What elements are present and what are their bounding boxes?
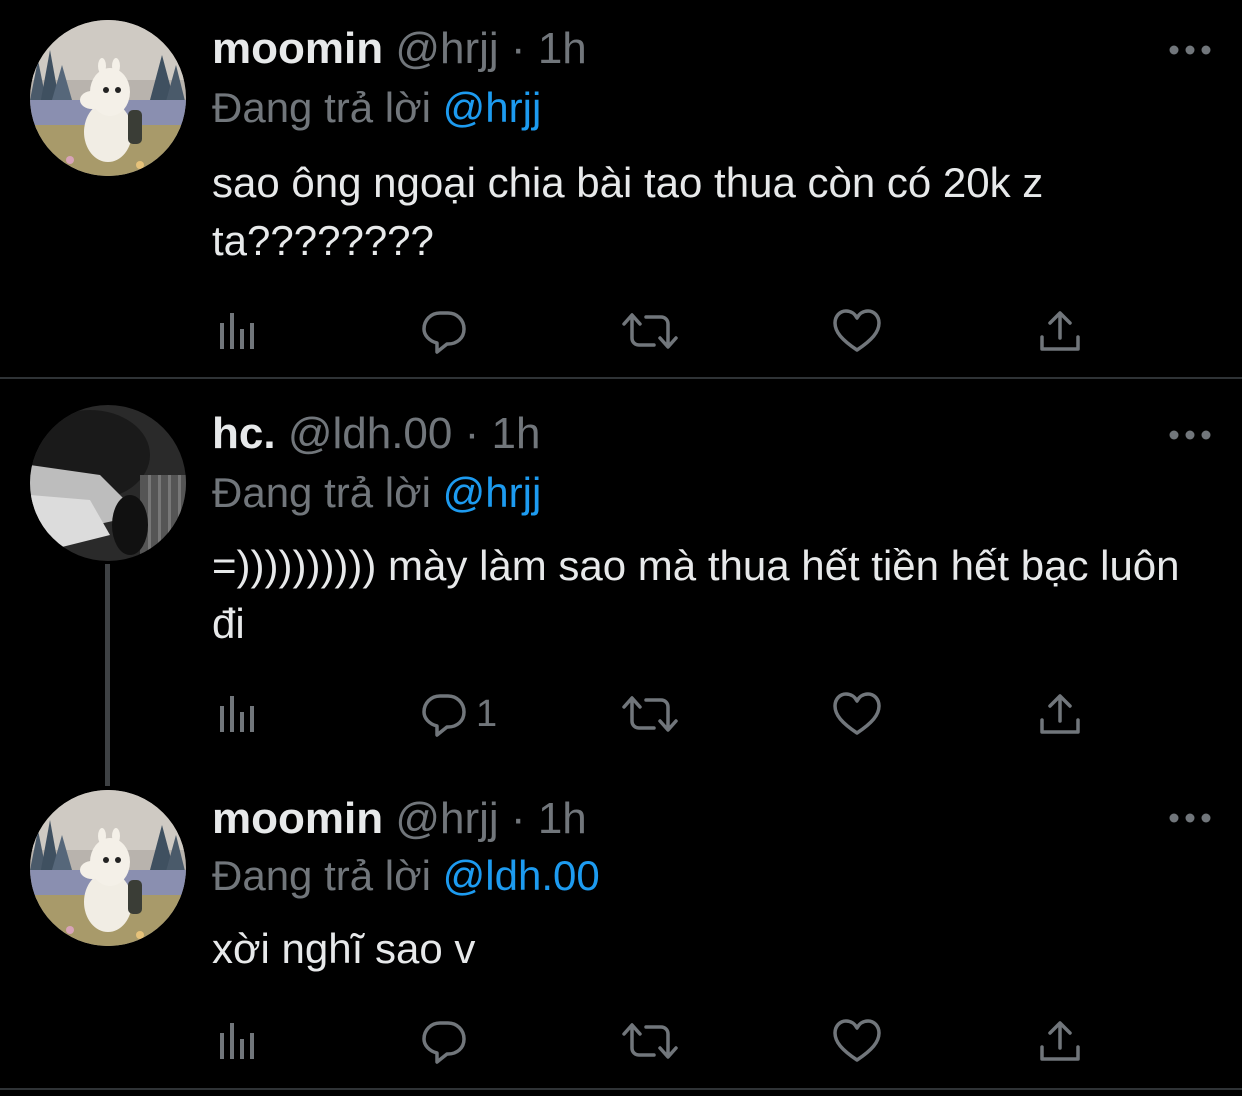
replying-mention-link[interactable]: @ldh.00 <box>443 852 600 899</box>
reply-count: 1 <box>476 693 498 735</box>
tweet-actions <box>212 306 1112 356</box>
dark-photo-avatar-icon <box>30 405 186 561</box>
retweet-button[interactable] <box>622 689 678 739</box>
like-icon <box>832 691 882 737</box>
timestamp[interactable]: 1h <box>538 794 587 843</box>
replying-prefix: Đang trả lời <box>212 469 431 516</box>
tweet-text: xời nghĩ sao v <box>212 925 476 972</box>
share-button[interactable] <box>1038 306 1082 356</box>
like-icon <box>832 308 882 354</box>
more-options-button[interactable] <box>1168 44 1212 56</box>
retweet-button[interactable] <box>622 1016 678 1066</box>
share-button[interactable] <box>1038 689 1082 739</box>
tweet-text: =)))))))))) mày làm sao mà thua hết tiền… <box>212 542 1192 647</box>
reply-icon <box>420 690 468 738</box>
like-button[interactable] <box>832 689 882 739</box>
analytics-button[interactable] <box>216 689 260 739</box>
analytics-icon <box>216 309 260 353</box>
retweet-icon <box>622 1017 678 1065</box>
display-name[interactable]: hc. <box>212 409 276 458</box>
tweet-actions <box>212 1016 1112 1066</box>
replying-to: Đang trả lời @hrjj <box>212 465 541 521</box>
display-name[interactable]: moomin <box>212 794 383 843</box>
like-icon <box>832 1018 882 1064</box>
reply-icon <box>420 1017 468 1065</box>
user-handle[interactable]: @hrjj <box>395 794 498 843</box>
replying-mention-link[interactable]: @hrjj <box>443 84 542 131</box>
retweet-icon <box>622 690 678 738</box>
timestamp[interactable]: 1h <box>538 24 587 73</box>
more-options-button[interactable] <box>1168 812 1212 824</box>
retweet-icon <box>622 307 678 355</box>
analytics-icon <box>216 1019 260 1063</box>
tweet-divider <box>0 377 1242 379</box>
reply-button[interactable] <box>420 1016 476 1066</box>
tweet-divider <box>0 1088 1242 1090</box>
tweet-header: moomin @hrjj · 1h <box>212 790 587 848</box>
retweet-button[interactable] <box>622 306 678 356</box>
reply-icon <box>420 307 468 355</box>
replying-to: Đang trả lời @ldh.00 <box>212 848 600 904</box>
separator-dot: · <box>464 409 480 458</box>
reply-button[interactable] <box>420 306 476 356</box>
display-name[interactable]: moomin <box>212 24 383 73</box>
tweet-text: sao ông ngoại chia bài tao thua còn có 2… <box>212 159 1055 264</box>
replying-prefix: Đang trả lời <box>212 84 431 131</box>
share-button[interactable] <box>1038 1016 1082 1066</box>
more-icon <box>1168 44 1212 56</box>
timestamp[interactable]: 1h <box>492 409 541 458</box>
replying-prefix: Đang trả lời <box>212 852 431 899</box>
replying-mention-link[interactable]: @hrjj <box>443 469 542 516</box>
tweet[interactable]: hc. @ldh.00 · 1h Đang trả lời @hrjj =)))… <box>0 405 1242 755</box>
user-handle[interactable]: @ldh.00 <box>288 409 453 458</box>
replying-to: Đang trả lời @hrjj <box>212 80 541 136</box>
tweet[interactable]: moomin @hrjj · 1h Đang trả lời @hrjj sao… <box>0 20 1242 376</box>
tweet-header: moomin @hrjj · 1h <box>212 20 587 78</box>
tweet-actions: 1 <box>212 689 1112 739</box>
avatar[interactable] <box>30 20 186 176</box>
more-options-button[interactable] <box>1168 429 1212 441</box>
user-handle[interactable]: @hrjj <box>395 24 498 73</box>
analytics-button[interactable] <box>216 1016 260 1066</box>
more-icon <box>1168 429 1212 441</box>
separator-dot: · <box>510 794 526 843</box>
share-icon <box>1038 309 1082 353</box>
tweet[interactable]: moomin @hrjj · 1h Đang trả lời @ldh.00 x… <box>0 790 1242 1080</box>
separator-dot: · <box>510 24 526 73</box>
tweet-header: hc. @ldh.00 · 1h <box>212 405 540 463</box>
avatar[interactable] <box>30 405 186 561</box>
like-button[interactable] <box>832 306 882 356</box>
analytics-icon <box>216 692 260 736</box>
like-button[interactable] <box>832 1016 882 1066</box>
share-icon <box>1038 692 1082 736</box>
share-icon <box>1038 1019 1082 1063</box>
more-icon <box>1168 812 1212 824</box>
avatar[interactable] <box>30 790 186 946</box>
reply-button[interactable]: 1 <box>420 689 497 739</box>
analytics-button[interactable] <box>216 306 260 356</box>
moomin-avatar-icon <box>30 790 186 946</box>
moomin-avatar-icon <box>30 20 186 176</box>
